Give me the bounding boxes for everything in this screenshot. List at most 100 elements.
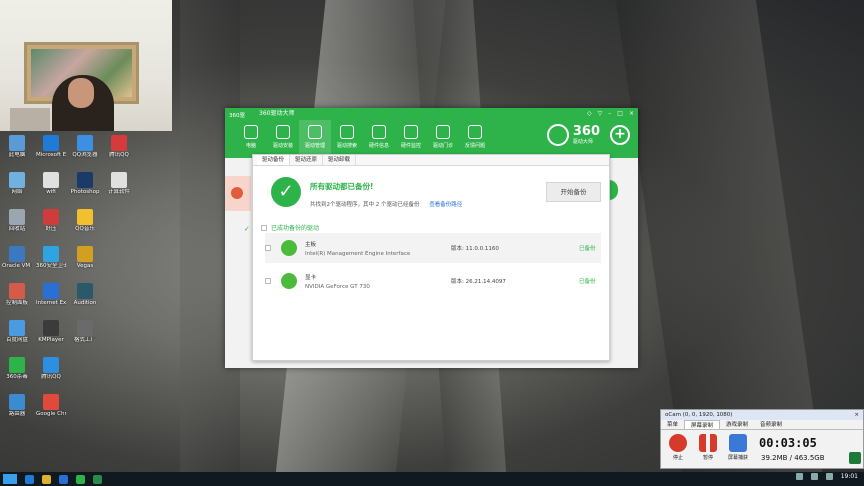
desktop-icon-label: 360安全卫士 (36, 263, 66, 269)
driver-search-icon (340, 125, 354, 139)
driver-name: NVIDIA GeForce GT 730 (305, 283, 370, 290)
close-icon[interactable]: × (854, 410, 859, 420)
explorer-taskbar-icon[interactable] (42, 474, 51, 484)
monitor-icon (729, 434, 747, 452)
desktop-icon[interactable]: QQ浏览器 (70, 135, 100, 159)
ocam-taskbar-icon[interactable] (93, 474, 102, 484)
clock[interactable]: 19:01 (841, 473, 858, 480)
tool-hardware-monitor[interactable]: 硬件监控 (395, 120, 427, 158)
desktop-icon[interactable]: 腾讯QQ (104, 135, 134, 159)
screen-capture-button[interactable]: 屏幕捕获 (727, 434, 749, 461)
desktop-icon[interactable]: 网络 (2, 172, 32, 196)
app-icon (43, 172, 59, 188)
desktop-icon[interactable]: 回收站 (2, 209, 32, 233)
desktop-icon[interactable]: 控制面板 (2, 283, 32, 307)
desktop-icon-label: Google Chrome (36, 411, 66, 417)
app-icon (111, 172, 127, 188)
driver-row[interactable]: 显卡 NVIDIA GeForce GT 730 版本: 26.21.14.40… (265, 266, 601, 296)
desktop-icon[interactable]: Audition (70, 283, 100, 307)
desktop-icon-label: QQ音乐 (75, 226, 95, 232)
tab-audio-record[interactable]: 音频录制 (754, 420, 788, 429)
volume-icon[interactable] (810, 473, 818, 480)
skin-icon[interactable]: ◇ (587, 108, 592, 120)
desktop-icon-label: 控制面板 (5, 300, 28, 306)
tool-driver-manage[interactable]: 驱动管理 (299, 120, 331, 158)
status-summary: 共找到2个驱动程序，其中 2 个驱动已经备份 (310, 202, 420, 208)
desktop-icon[interactable]: 360杀毒 (2, 357, 32, 381)
network-icon[interactable] (795, 473, 803, 480)
driver-row[interactable]: 主板 Intel(R) Management Engine Interface … (265, 233, 601, 263)
desktop-icon[interactable]: Photoshop (70, 172, 100, 196)
tab-game-record[interactable]: 游戏录制 (720, 420, 754, 429)
desktop-icon[interactable]: Internet Explorer (36, 283, 66, 307)
app-icon (77, 320, 93, 336)
tab-driver-uninstall[interactable]: 驱动卸载 (323, 155, 357, 165)
tab-screen-record[interactable]: 屏幕录制 (684, 420, 721, 429)
tab-menu[interactable]: 菜单 (661, 420, 684, 429)
tool-hardware-info[interactable]: 硬件信息 (363, 120, 395, 158)
webcam-overlay (0, 0, 172, 131)
desktop-icon[interactable]: Oracle VM VirtualBox (2, 246, 32, 270)
ocam-titlebar[interactable]: oCam (0, 0, 1920, 1080) × (661, 410, 863, 420)
ocam-tabs: 菜单 屏幕录制 游戏录制 音频录制 (661, 420, 863, 430)
edge-taskbar-icon[interactable] (25, 474, 34, 484)
tool-computer[interactable]: 电脑 (235, 120, 267, 158)
desktop-icon-label: 好压 (45, 226, 57, 232)
desktop-icon[interactable]: 腾讯QQ (36, 357, 66, 381)
computer-icon (244, 125, 258, 139)
desktop-icon[interactable]: Microsoft Edge (36, 135, 66, 159)
app-icon (43, 357, 59, 373)
ocam-logo-icon (849, 452, 861, 464)
taskbar: 19:01 (0, 472, 864, 486)
tool-driver-clinic[interactable]: 驱动门诊 (427, 120, 459, 158)
ime-icon[interactable] (825, 473, 833, 480)
desktop-icon[interactable]: KMPlayer (36, 320, 66, 344)
select-all-checkbox[interactable] (261, 224, 267, 231)
desktop-icon-label: Microsoft Edge (36, 152, 66, 158)
row-checkbox[interactable] (265, 245, 271, 251)
tool-label: 驱动搜索 (336, 143, 357, 149)
tab-driver-backup[interactable]: 驱动备份 (257, 155, 291, 165)
minimize-icon[interactable]: – (608, 108, 611, 120)
desktop-icon[interactable]: Vegas (70, 246, 100, 270)
app-icon (77, 246, 93, 262)
plus-icon[interactable]: + (610, 125, 630, 145)
desktop-icon-label: Audition (73, 300, 97, 306)
menu-icon[interactable]: ▽ (598, 108, 603, 120)
desktop-icon[interactable]: 百度网盘 (2, 320, 32, 344)
360-taskbar-icon[interactable] (76, 474, 85, 484)
tool-driver-install[interactable]: 驱动安装 (267, 120, 299, 158)
start-backup-button[interactable]: 开始备份 (546, 182, 601, 202)
desktop-icon[interactable]: 路由器 (2, 394, 32, 418)
pause-button[interactable]: 暂停 (697, 434, 719, 461)
desktop-icon-label: Oracle VM VirtualBox (2, 263, 32, 269)
tool-driver-search[interactable]: 驱动搜索 (331, 120, 363, 158)
desktop-icon[interactable]: 360安全卫士 (36, 246, 66, 270)
desktop-icon[interactable]: wifi (36, 172, 66, 196)
desktop-icon[interactable]: 此电脑 (2, 135, 32, 159)
brand-sub: 驱动大师 (572, 138, 593, 145)
desktop-icon-label: 百度网盘 (5, 337, 28, 343)
tool-feedback[interactable]: 反馈问题 (459, 120, 491, 158)
desktop-icon[interactable]: 好压 (36, 209, 66, 233)
tab-driver-restore[interactable]: 驱动还原 (290, 155, 324, 165)
driver-clinic-icon (436, 125, 450, 139)
row-checkbox[interactable] (265, 278, 271, 284)
app-icon (77, 209, 93, 225)
close-icon[interactable]: × (629, 108, 634, 120)
stop-button[interactable]: 停止 (667, 434, 689, 461)
tool-label: 硬件监控 (400, 143, 421, 149)
ocam-window[interactable]: oCam (0, 0, 1920, 1080) × 菜单 屏幕录制 游戏录制 音… (660, 409, 864, 469)
ie-taskbar-icon[interactable] (59, 474, 68, 484)
maximize-icon[interactable]: □ (617, 108, 623, 120)
person-head (68, 78, 94, 108)
desktop-icon[interactable]: 计算软件 (104, 172, 134, 196)
desktop-icon[interactable]: 格式工厂 (70, 320, 100, 344)
start-button[interactable] (3, 474, 17, 484)
system-tray: 19:01 (795, 473, 858, 480)
desktop-icon[interactable]: QQ音乐 (70, 209, 100, 233)
desktop-icon-label: Photoshop (70, 189, 100, 195)
view-backup-path-link[interactable]: 查看备份路径 (429, 202, 462, 208)
desktop-icon[interactable]: Google Chrome (36, 394, 66, 418)
window-titlebar[interactable]: 360驱 360驱动大师 ◇ ▽ – □ × (225, 108, 638, 120)
